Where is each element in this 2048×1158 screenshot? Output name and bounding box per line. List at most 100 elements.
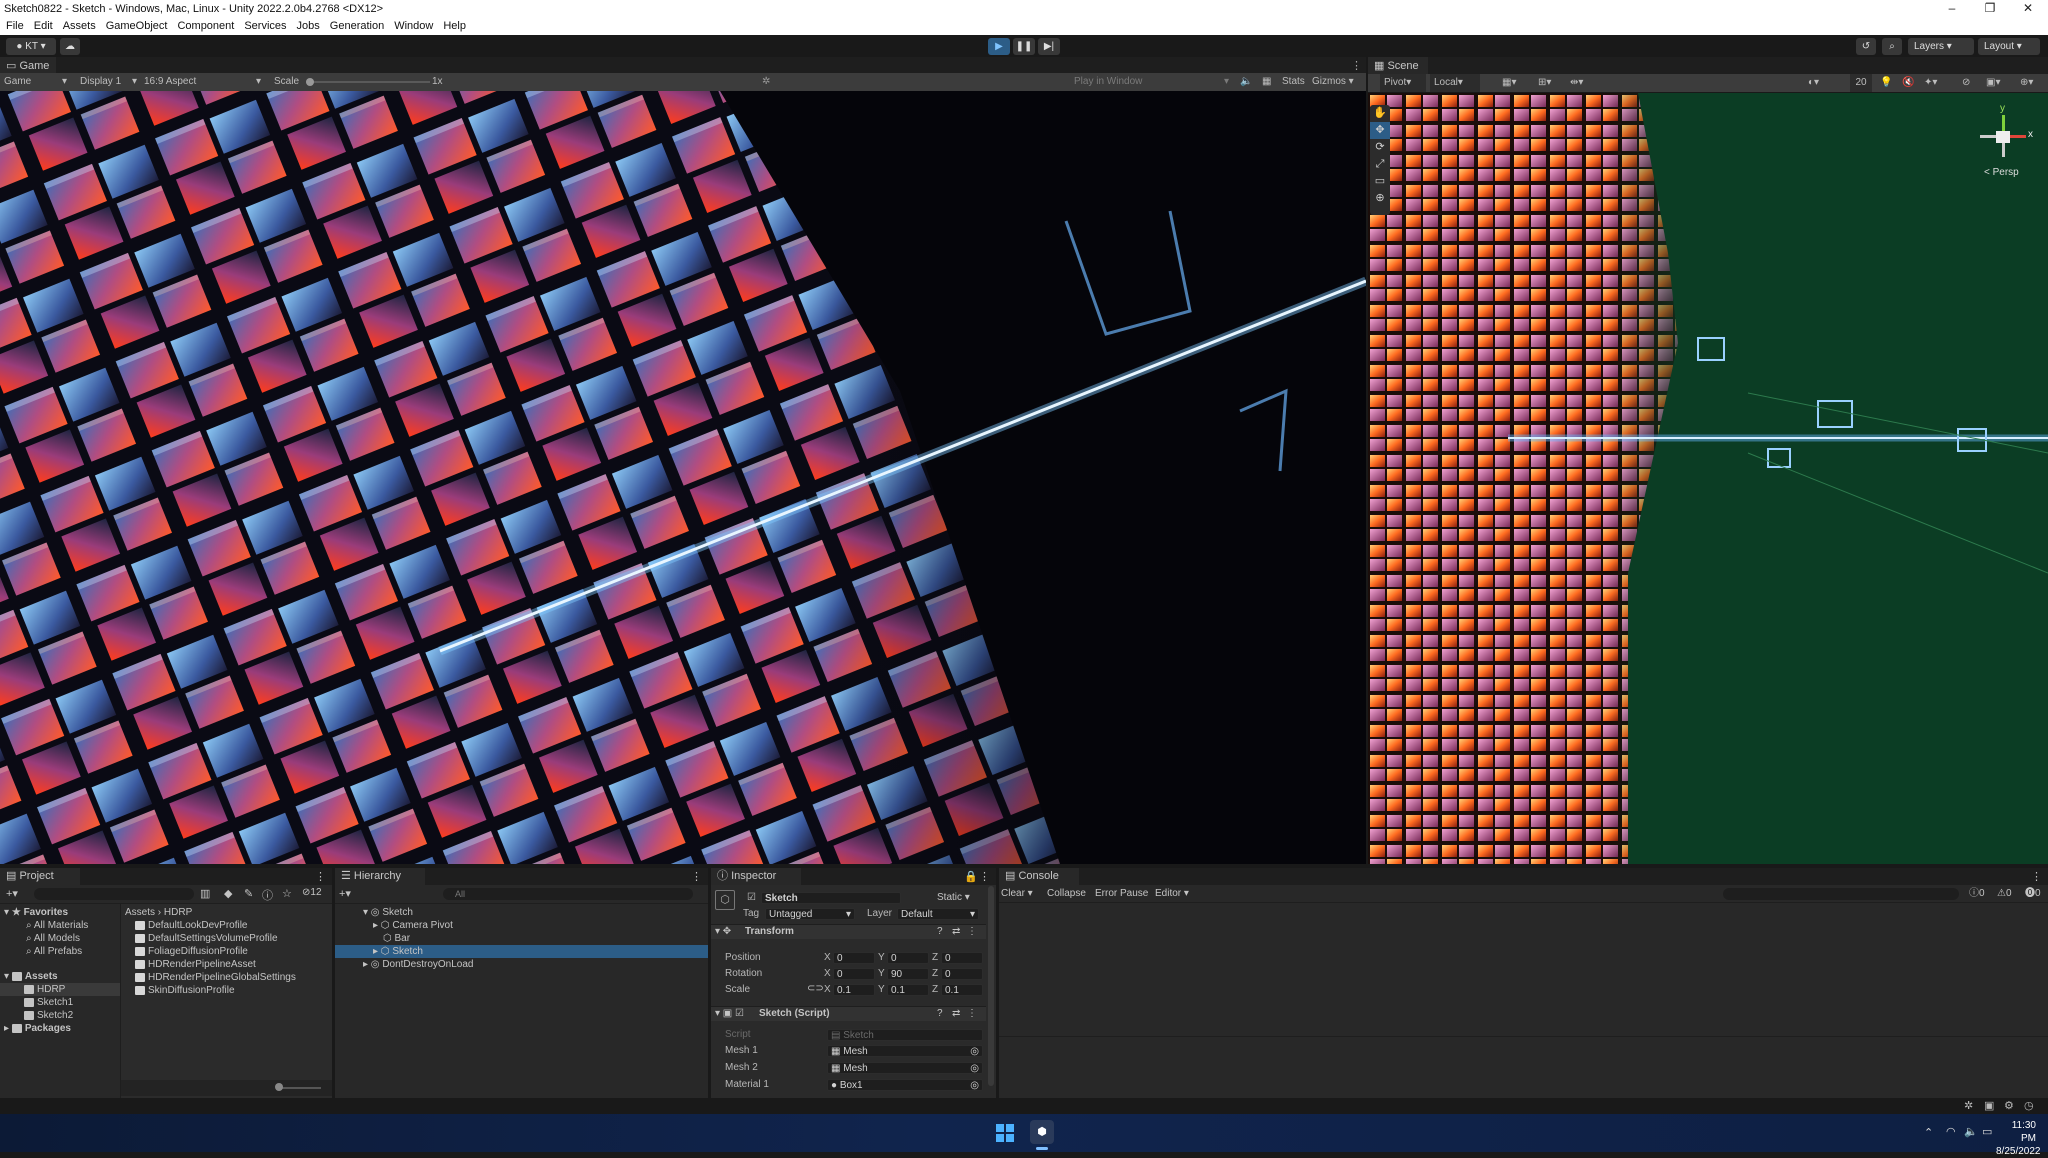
grid-size-field[interactable]: 20: [1850, 74, 1872, 92]
step-button[interactable]: ▶|: [1038, 38, 1060, 55]
file-item[interactable]: HDRenderPipelineAsset: [135, 958, 256, 971]
more-menu-icon[interactable]: ⋮: [979, 870, 990, 883]
hierarchy-item-selected[interactable]: ▸ ⬡ Sketch: [335, 945, 708, 958]
hand-tool-icon[interactable]: ✋: [1370, 105, 1390, 122]
gizmos-scene-icon[interactable]: ⊕▾: [2020, 74, 2033, 92]
effects-icon[interactable]: ✦▾: [1924, 74, 1937, 92]
volume-icon[interactable]: 🔈: [1964, 1125, 1978, 1138]
packages-folder[interactable]: ▸ Packages: [4, 1022, 71, 1035]
scale-y-field[interactable]: 0.1: [887, 984, 929, 996]
gizmo-neg-x-axis[interactable]: [1980, 135, 1996, 138]
active-checkbox[interactable]: ☑: [747, 892, 756, 903]
scale-slider[interactable]: [306, 81, 430, 83]
gizmo-x-axis[interactable]: [2010, 135, 2026, 138]
project-search-input[interactable]: [34, 888, 194, 900]
rect-tool-icon[interactable]: ▭: [1370, 173, 1390, 190]
audio-scene-icon[interactable]: 🔇: [1902, 74, 1914, 92]
restore-icon[interactable]: ❐: [1978, 1, 2002, 15]
scale-z-field[interactable]: 0.1: [941, 984, 983, 996]
icon-size-slider[interactable]: [281, 1087, 321, 1089]
favorite-icon[interactable]: ☆: [282, 887, 292, 900]
file-item[interactable]: DefaultSettingsVolumeProfile: [135, 932, 278, 945]
menu-jobs[interactable]: Jobs: [291, 18, 324, 32]
hub-icon[interactable]: ▣: [1984, 1099, 1994, 1112]
unity-app-icon[interactable]: ⬢: [1030, 1120, 1054, 1144]
console-search-input[interactable]: [1723, 888, 1959, 900]
progress-icon[interactable]: ◷: [2024, 1099, 2034, 1112]
pause-button[interactable]: ❚❚: [1013, 38, 1035, 55]
object-name-field[interactable]: Sketch: [761, 892, 901, 904]
clear-dropdown[interactable]: Clear ▾: [1001, 885, 1033, 903]
static-dropdown[interactable]: Static ▾: [937, 892, 970, 903]
scale-tool-icon[interactable]: ⤢: [1370, 156, 1390, 173]
local-dropdown[interactable]: Local▾: [1430, 74, 1480, 92]
position-y-field[interactable]: 0: [887, 952, 929, 964]
file-item[interactable]: HDRenderPipelineGlobalSettings: [135, 971, 296, 984]
tab-console[interactable]: ▤ Console: [999, 868, 1079, 885]
grid-icon[interactable]: ▦: [1262, 73, 1271, 91]
menu-component[interactable]: Component: [171, 18, 238, 32]
assets-folder[interactable]: ▾ Assets: [4, 970, 58, 983]
pivot-dropdown[interactable]: Pivot▾: [1380, 74, 1426, 92]
taskbar-clock[interactable]: 11:30 PM 8/25/2022: [1996, 1119, 2041, 1158]
preset-icon[interactable]: ⇄: [952, 1008, 960, 1019]
minimize-icon[interactable]: –: [1940, 1, 1964, 15]
game-mode-dropdown[interactable]: Game ▾: [4, 73, 70, 91]
tab-project[interactable]: ▤ Project: [0, 868, 80, 885]
dontdestroy-root[interactable]: ▸ ◎ DontDestroyOnLoad: [363, 958, 473, 971]
history-icon[interactable]: ↺: [1856, 38, 1876, 55]
camera-icon[interactable]: ▣▾: [1986, 74, 2000, 92]
search-icon[interactable]: ⌕: [1882, 38, 1902, 55]
tab-inspector[interactable]: ⓘ Inspector: [711, 868, 801, 885]
layer-dropdown[interactable]: Default ▾: [897, 908, 979, 920]
snap-increment-icon[interactable]: ⊞▾: [1538, 74, 1551, 92]
file-item[interactable]: SkinDiffusionProfile: [135, 984, 235, 997]
filter-label-icon[interactable]: ◆: [224, 887, 232, 900]
persp-label[interactable]: < Persp: [1984, 167, 2019, 178]
aspect-dropdown[interactable]: 16:9 Aspect ▾: [144, 73, 266, 91]
log-count[interactable]: ⓘ0: [1969, 885, 1985, 903]
error-count[interactable]: ⓿0: [2025, 885, 2041, 903]
position-x-field[interactable]: 0: [833, 952, 875, 964]
rotation-x-field[interactable]: 0: [833, 968, 875, 980]
tab-hierarchy[interactable]: ☰ Hierarchy: [335, 868, 425, 885]
folder-sketch1[interactable]: Sketch1: [24, 996, 73, 1009]
rotation-z-field[interactable]: 0: [941, 968, 983, 980]
preset-icon[interactable]: ⇄: [952, 926, 960, 937]
menu-generation[interactable]: Generation: [324, 18, 388, 32]
material1-field[interactable]: ● Box1 ◎: [827, 1079, 983, 1091]
breadcrumb-hdrp[interactable]: HDRP: [164, 907, 192, 918]
collapse-toggle[interactable]: Collapse: [1047, 885, 1086, 903]
menu-services[interactable]: Services: [238, 18, 290, 32]
scene-root[interactable]: ▾ ◎ Sketch: [363, 906, 413, 919]
lighting-icon[interactable]: 💡: [1880, 74, 1892, 92]
display-dropdown[interactable]: Display 1 ▾: [80, 73, 138, 91]
lock-icon[interactable]: 🔒: [964, 870, 978, 883]
hidden-count[interactable]: ⊘12: [302, 887, 322, 898]
menu-gameobject[interactable]: GameObject: [100, 18, 172, 32]
transform-tool-icon[interactable]: ⊕: [1370, 190, 1390, 207]
tag-dropdown[interactable]: Untagged ▾: [765, 908, 855, 920]
more-menu-icon[interactable]: ⋮: [691, 870, 702, 883]
component-menu-icon[interactable]: ⋮: [967, 1008, 977, 1019]
help-icon[interactable]: ?: [937, 1008, 943, 1019]
more-menu-icon[interactable]: ⋮: [2031, 870, 2042, 883]
create-button[interactable]: +▾: [339, 887, 351, 900]
menu-edit[interactable]: Edit: [28, 18, 57, 32]
orientation-gizmo[interactable]: y x < Persp: [1968, 103, 2038, 193]
hierarchy-search-input[interactable]: All: [443, 888, 693, 900]
scene-viewport[interactable]: ✋ ✥ ⟳ ⤢ ▭ ⊕ y x < Persp: [1368, 93, 2048, 864]
close-icon[interactable]: ✕: [2016, 1, 2040, 15]
favorite-item[interactable]: ⌕ All Models: [26, 932, 80, 945]
scale-slider-thumb[interactable]: [306, 78, 314, 86]
gizmos-dropdown[interactable]: Gizmos ▾: [1312, 73, 1364, 91]
move-tool-icon[interactable]: ✥: [1370, 122, 1390, 139]
wifi-icon[interactable]: ◠: [1946, 1125, 1956, 1138]
favorite-item[interactable]: ⌕ All Prefabs: [26, 945, 82, 958]
folder-hdrp[interactable]: HDRP: [0, 983, 120, 996]
link-scale-icon[interactable]: ⊂⊃: [807, 983, 824, 994]
play-button[interactable]: ▶: [988, 38, 1010, 55]
battery-icon[interactable]: ▭: [1982, 1125, 1992, 1138]
filter-log-icon[interactable]: ✎: [244, 887, 253, 900]
stats-toggle[interactable]: Stats: [1282, 73, 1305, 91]
